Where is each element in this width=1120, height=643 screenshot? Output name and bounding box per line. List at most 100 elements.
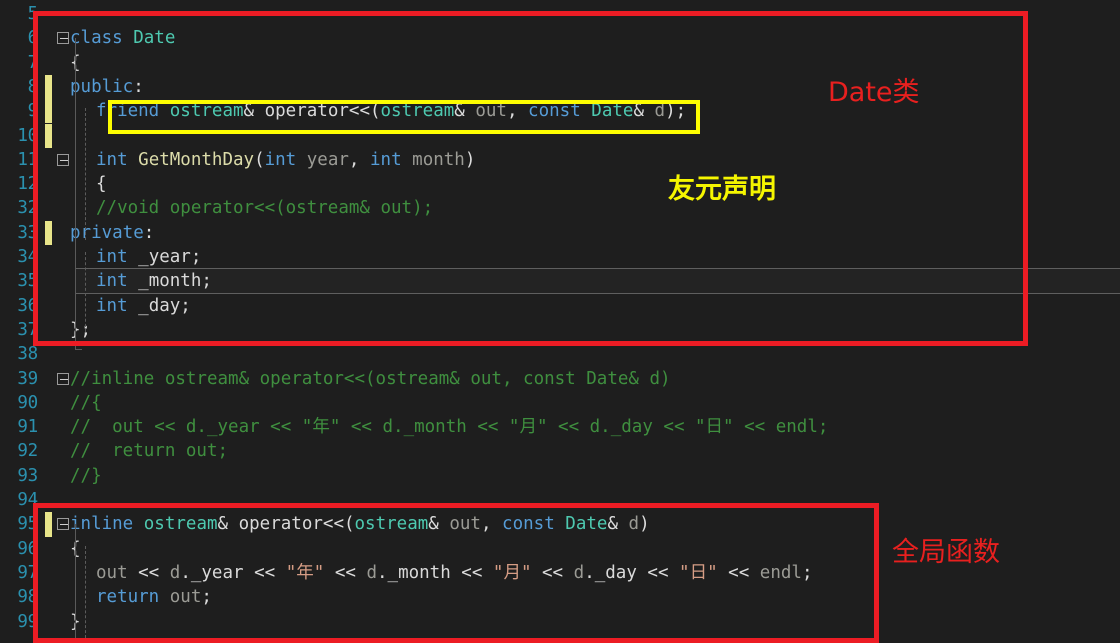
token-pun xyxy=(402,150,413,170)
fold-collapse-icon[interactable] xyxy=(57,372,69,385)
token-pun xyxy=(581,101,592,121)
token-pun: << xyxy=(127,562,170,583)
code-line[interactable]: 91 // out << d._year << "年" << d._month <… xyxy=(0,415,1120,439)
token-pun: << xyxy=(717,562,760,583)
token-var: d xyxy=(169,562,181,583)
token-cmt: //} xyxy=(70,465,102,486)
token-pun: << xyxy=(450,562,493,583)
token-pun: & xyxy=(633,101,655,122)
code-line[interactable]: 35 int _month; xyxy=(0,269,1120,293)
token-var: out xyxy=(475,101,507,122)
token-kw: int xyxy=(370,149,402,170)
line-number: 34 xyxy=(17,247,38,267)
code-line[interactable]: 32 //void operator<<(ostream& out); xyxy=(0,196,1120,220)
line-number: 10 xyxy=(17,125,38,146)
token-kw: int xyxy=(96,247,128,267)
token-pun: }; xyxy=(70,319,92,340)
line-number: 39 xyxy=(17,368,38,389)
token-typ: ostream xyxy=(354,514,429,535)
code-text[interactable]: private: xyxy=(70,221,154,245)
token-mem: operator xyxy=(264,101,349,122)
token-pun xyxy=(159,101,170,121)
code-text[interactable]: inline ostream& operator<<(ostream& out,… xyxy=(70,512,650,536)
token-mem: _month; xyxy=(138,271,212,292)
token-pun xyxy=(128,150,139,170)
line-number: 8 xyxy=(27,76,38,97)
token-pun: <<( xyxy=(322,514,355,535)
token-cmt: //inline ostream& operator<<(ostream& ou… xyxy=(70,368,671,389)
code-line[interactable]: 34 int _year; xyxy=(0,245,1120,269)
token-pun: << xyxy=(243,562,286,583)
code-text[interactable]: }; xyxy=(70,318,91,342)
line-number: 99 xyxy=(17,611,38,632)
fold-collapse-icon[interactable] xyxy=(57,32,69,45)
code-line[interactable]: 6 class Date xyxy=(0,26,1120,50)
line-number: 36 xyxy=(17,295,38,316)
line-change-bar xyxy=(45,74,52,100)
token-pun: . xyxy=(584,562,595,583)
code-line[interactable]: 38 xyxy=(0,342,1120,366)
token-typ: ostream xyxy=(380,101,455,122)
code-line[interactable]: 8 public: xyxy=(0,74,1120,100)
code-line[interactable]: 99} xyxy=(0,610,1120,634)
code-text[interactable]: return out; xyxy=(96,585,212,609)
code-line[interactable]: 90 //{ xyxy=(0,391,1120,415)
code-text[interactable]: int _day; xyxy=(96,294,191,318)
code-line[interactable]: 9 friend ostream& operator<<(ostream& out… xyxy=(0,99,1120,124)
token-pun xyxy=(128,271,139,291)
code-line[interactable]: 11 int GetMonthDay(int year, int month) xyxy=(0,148,1120,172)
indent-guide-line xyxy=(85,108,86,240)
token-pun: . xyxy=(180,562,191,583)
code-line[interactable]: 93 //} xyxy=(0,464,1120,488)
token-pun xyxy=(159,587,170,607)
code-text[interactable]: out << d._year << "年" << d._month << "月"… xyxy=(96,561,812,585)
token-typ: ostream xyxy=(169,101,244,122)
token-kw: int xyxy=(264,149,297,170)
code-line[interactable]: 37}; xyxy=(0,318,1120,342)
fold-collapse-icon[interactable] xyxy=(57,153,69,166)
token-pun: & xyxy=(454,101,476,122)
token-kw: public xyxy=(70,76,134,97)
code-text[interactable]: //{ xyxy=(70,391,102,415)
code-text[interactable]: friend ostream& operator<<(ostream& out,… xyxy=(96,99,686,123)
token-pun: << xyxy=(636,562,680,583)
code-text[interactable]: int GetMonthDay(int year, int month) xyxy=(96,148,475,172)
code-text[interactable]: { xyxy=(96,172,107,196)
code-line[interactable]: 94 xyxy=(0,488,1120,512)
token-mem: _day xyxy=(594,562,637,583)
code-line[interactable]: 36 int _day; xyxy=(0,294,1120,318)
fold-collapse-icon[interactable] xyxy=(57,518,69,531)
code-text[interactable]: //void operator<<(ostream& out); xyxy=(96,196,433,220)
code-line[interactable]: 7{ xyxy=(0,51,1120,75)
token-pun: << xyxy=(531,562,574,583)
code-text[interactable]: //} xyxy=(70,464,102,488)
code-text[interactable]: //inline ostream& operator<<(ostream& ou… xyxy=(70,367,671,391)
token-pun: , xyxy=(506,101,529,122)
code-line[interactable]: 92 // return out; xyxy=(0,439,1120,463)
line-number: 7 xyxy=(27,52,38,73)
token-var: d xyxy=(573,562,585,583)
line-number: 97 xyxy=(17,562,38,583)
token-pun: { xyxy=(96,174,107,195)
line-number: 96 xyxy=(17,538,38,559)
token-var: endl xyxy=(759,562,802,583)
code-text[interactable]: class Date xyxy=(70,26,175,50)
code-line[interactable]: 39 //inline ostream& operator<<(ostream& … xyxy=(0,367,1120,391)
code-line[interactable]: 5 xyxy=(0,2,1120,26)
line-number: 94 xyxy=(17,490,38,510)
annotation-friend-decl: 友元声明 xyxy=(668,174,776,205)
code-text[interactable]: // out << d._year << "年" << d._month << … xyxy=(70,415,828,439)
token-mem: _year xyxy=(190,562,244,583)
code-line[interactable]: 12 { xyxy=(0,172,1120,196)
token-pun: ; xyxy=(201,587,212,608)
code-text[interactable]: // return out; xyxy=(70,439,228,463)
token-pun: : xyxy=(143,222,155,243)
token-kw: friend xyxy=(96,101,160,122)
code-text[interactable]: public: xyxy=(70,75,144,99)
code-text[interactable]: int _month; xyxy=(96,269,212,293)
code-line[interactable]: 98 return out; xyxy=(0,585,1120,609)
token-pun xyxy=(133,514,144,534)
code-line[interactable]: 33 private: xyxy=(0,220,1120,245)
code-line[interactable]: 10 xyxy=(0,123,1120,148)
code-text[interactable]: int _year; xyxy=(96,245,201,269)
